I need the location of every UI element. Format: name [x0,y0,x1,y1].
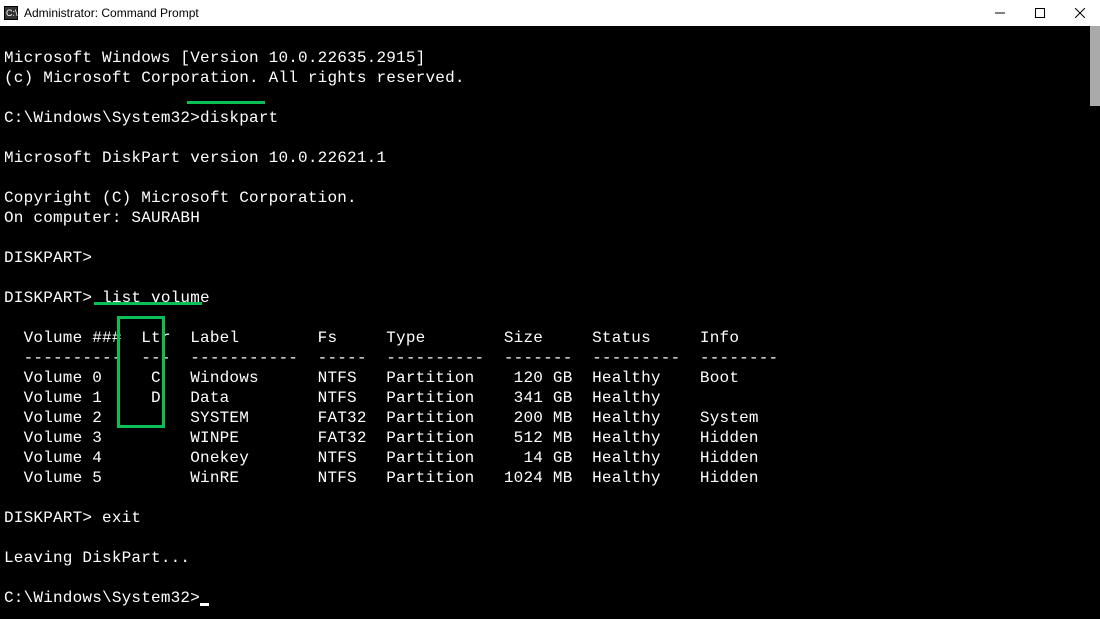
table-row: Volume 5 WinRE NTFS Partition 1024 MB He… [4,469,759,487]
highlight-ltr-box [117,316,165,428]
prompt: C:\Windows\System32> [4,589,200,607]
prompt: C:\Windows\System32> [4,109,200,127]
cmd-icon: C:\ [4,6,18,20]
version-line: Microsoft Windows [Version 10.0.22635.29… [4,49,425,67]
copyright-line: (c) Microsoft Corporation. All rights re… [4,69,465,87]
table-row: Volume 1 D Data NTFS Partition 341 GB He… [4,389,661,407]
maximize-button[interactable] [1020,0,1060,26]
command-diskpart: diskpart [200,109,278,127]
diskpart-version: Microsoft DiskPart version 10.0.22621.1 [4,149,386,167]
terminal-output[interactable]: Microsoft Windows [Version 10.0.22635.29… [0,26,1100,610]
computer-line: On computer: SAURABH [4,209,200,227]
minimize-button[interactable] [980,0,1020,26]
table-row: Volume 4 Onekey NTFS Partition 14 GB Hea… [4,449,759,467]
highlight-diskpart [187,101,265,104]
table-header: Volume ### Ltr Label Fs Type Size Status… [4,329,739,347]
table-row: Volume 0 C Windows NTFS Partition 120 GB… [4,369,739,387]
table-row: Volume 3 WINPE FAT32 Partition 512 MB He… [4,429,759,447]
svg-text:C:\: C:\ [6,8,18,18]
cursor [200,603,209,606]
leaving-line: Leaving DiskPart... [4,549,190,567]
diskpart-copyright: Copyright (C) Microsoft Corporation. [4,189,357,207]
highlight-list-volume [94,302,202,305]
diskpart-prompt: DISKPART> [4,289,102,307]
diskpart-prompt: DISKPART> [4,249,92,267]
close-button[interactable] [1060,0,1100,26]
window-title: Administrator: Command Prompt [24,6,199,20]
titlebar-left: C:\ Administrator: Command Prompt [4,6,199,20]
window-controls [980,0,1100,26]
diskpart-exit: DISKPART> exit [4,509,141,527]
titlebar: C:\ Administrator: Command Prompt [0,0,1100,26]
